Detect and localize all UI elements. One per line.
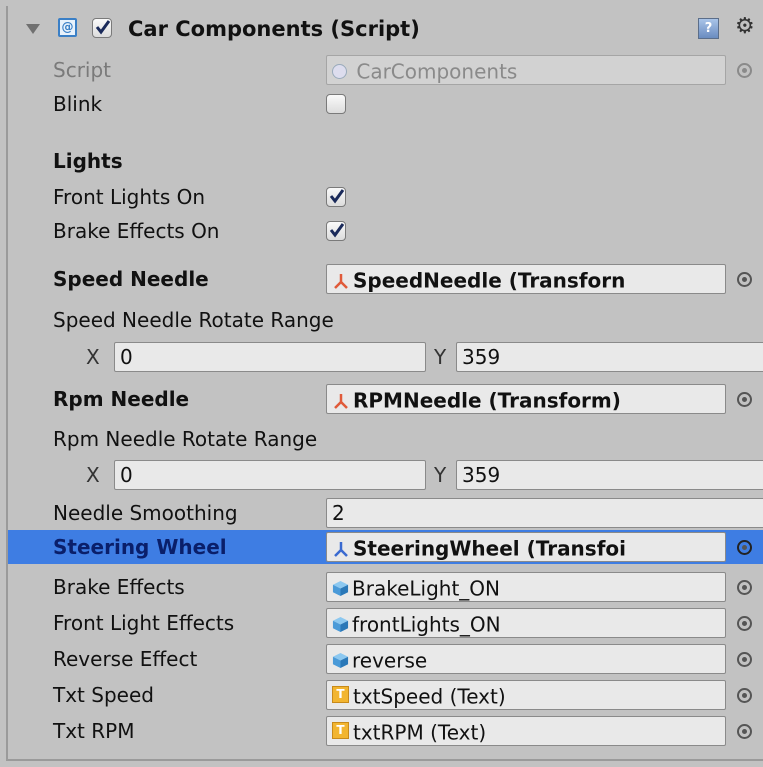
txt-rpm-label: Txt RPM — [53, 719, 135, 743]
prefab-cube-icon — [332, 580, 349, 597]
steering-wheel-picker-icon[interactable] — [737, 540, 752, 555]
speed-needle-field[interactable]: SpeedNeedle (Transforn — [326, 264, 726, 294]
rpm-needle-range-label: Rpm Needle Rotate Range — [53, 427, 318, 451]
speed-y-label: Y — [434, 345, 447, 369]
rpm-y-input[interactable]: 359 — [456, 460, 763, 490]
rpm-needle-range-row: Rpm Needle Rotate Range — [8, 422, 763, 456]
rpm-needle-label: Rpm Needle — [53, 387, 190, 411]
brake-effects-row: Brake Effects BrakeLight_ON — [8, 570, 763, 604]
steering-wheel-field[interactable]: SteeringWheel (Transfoi — [326, 532, 726, 562]
speed-needle-picker-icon[interactable] — [737, 272, 752, 287]
blink-label: Blink — [53, 92, 103, 116]
lights-header: Lights — [53, 149, 123, 173]
speed-x-input[interactable]: 0 — [114, 342, 426, 372]
speed-needle-range-label: Speed Needle Rotate Range — [53, 308, 334, 332]
transform-icon — [334, 541, 348, 557]
needle-smoothing-input[interactable]: 2 — [326, 498, 763, 528]
speed-needle-row: Speed Needle SpeedNeedle (Transforn — [8, 262, 763, 296]
lights-header-row: Lights — [8, 144, 763, 178]
component-title: Car Components (Script) — [128, 17, 420, 41]
foldout-arrow-icon[interactable] — [26, 24, 40, 34]
speed-needle-label: Speed Needle — [53, 267, 209, 291]
front-lights-on-row: Front Lights On — [8, 180, 763, 214]
rpm-y-label: Y — [434, 463, 447, 487]
component-header[interactable]: @ Car Components (Script) ? ⚙ — [8, 6, 763, 52]
speed-needle-range-values: X 0 Y 359 — [8, 340, 763, 374]
front-light-effects-row: Front Light Effects frontLights_ON — [8, 606, 763, 640]
rpm-x-label: X — [86, 463, 100, 487]
script-picker-icon — [737, 63, 752, 78]
txt-rpm-row: Txt RPM TtxtRPM (Text) — [8, 714, 763, 748]
reverse-effect-field[interactable]: reverse — [326, 644, 726, 674]
front-light-effects-picker-icon[interactable] — [737, 616, 752, 631]
front-lights-on-checkbox[interactable] — [326, 187, 346, 207]
brake-effects-on-checkbox[interactable] — [326, 221, 346, 241]
text-component-icon: T — [332, 722, 349, 739]
rpm-x-input[interactable]: 0 — [114, 460, 426, 490]
rpm-needle-field[interactable]: RPMNeedle (Transform) — [326, 384, 726, 414]
checkmark-icon — [95, 20, 111, 35]
brake-effects-picker-icon[interactable] — [737, 580, 752, 595]
reverse-effect-label: Reverse Effect — [53, 647, 198, 671]
steering-wheel-row[interactable]: Steering Wheel SteeringWheel (Transfoi — [8, 530, 763, 564]
txt-speed-field[interactable]: TtxtSpeed (Text) — [326, 680, 726, 710]
checkmark-icon — [329, 223, 345, 238]
speed-needle-range-row: Speed Needle Rotate Range — [8, 303, 763, 337]
brake-effects-on-label: Brake Effects On — [53, 219, 220, 243]
reverse-effect-picker-icon[interactable] — [737, 652, 752, 667]
blink-row: Blink — [8, 87, 763, 121]
script-file-icon — [332, 64, 347, 79]
rpm-needle-range-values: X 0 Y 359 — [8, 458, 763, 492]
component-enabled-checkbox[interactable] — [92, 18, 112, 38]
blink-checkbox[interactable] — [326, 94, 346, 114]
speed-y-input[interactable]: 359 — [456, 342, 763, 372]
script-icon: @ — [58, 18, 77, 37]
reverse-effect-row: Reverse Effect reverse — [8, 642, 763, 676]
rpm-needle-row: Rpm Needle RPMNeedle (Transform) — [8, 382, 763, 416]
txt-speed-label: Txt Speed — [53, 683, 154, 707]
prefab-cube-icon — [332, 652, 349, 669]
transform-icon — [334, 273, 348, 289]
txt-speed-picker-icon[interactable] — [737, 688, 752, 703]
txt-speed-row: Txt Speed TtxtSpeed (Text) — [8, 678, 763, 712]
front-light-effects-label: Front Light Effects — [53, 611, 235, 635]
brake-effects-on-row: Brake Effects On — [8, 214, 763, 248]
brake-effects-label: Brake Effects — [53, 575, 185, 599]
front-light-effects-field[interactable]: frontLights_ON — [326, 608, 726, 638]
checkmark-icon — [329, 189, 345, 204]
txt-rpm-picker-icon[interactable] — [737, 724, 752, 739]
prefab-cube-icon — [332, 616, 349, 633]
steering-wheel-label: Steering Wheel — [53, 535, 227, 559]
gear-icon[interactable]: ⚙ — [735, 14, 755, 40]
help-icon[interactable]: ? — [698, 18, 719, 39]
rpm-needle-picker-icon[interactable] — [737, 392, 752, 407]
txt-rpm-field[interactable]: TtxtRPM (Text) — [326, 716, 726, 746]
script-row: Script CarComponents — [8, 53, 763, 87]
transform-icon — [334, 393, 348, 409]
script-field: CarComponents — [326, 55, 726, 85]
inspector-panel: @ Car Components (Script) ? ⚙ Script Car… — [6, 6, 763, 761]
needle-smoothing-row: Needle Smoothing 2 — [8, 496, 763, 530]
front-lights-on-label: Front Lights On — [53, 185, 206, 209]
brake-effects-field[interactable]: BrakeLight_ON — [326, 572, 726, 602]
speed-x-label: X — [86, 345, 100, 369]
needle-smoothing-label: Needle Smoothing — [53, 501, 238, 525]
text-component-icon: T — [332, 686, 349, 703]
script-label: Script — [53, 58, 112, 82]
